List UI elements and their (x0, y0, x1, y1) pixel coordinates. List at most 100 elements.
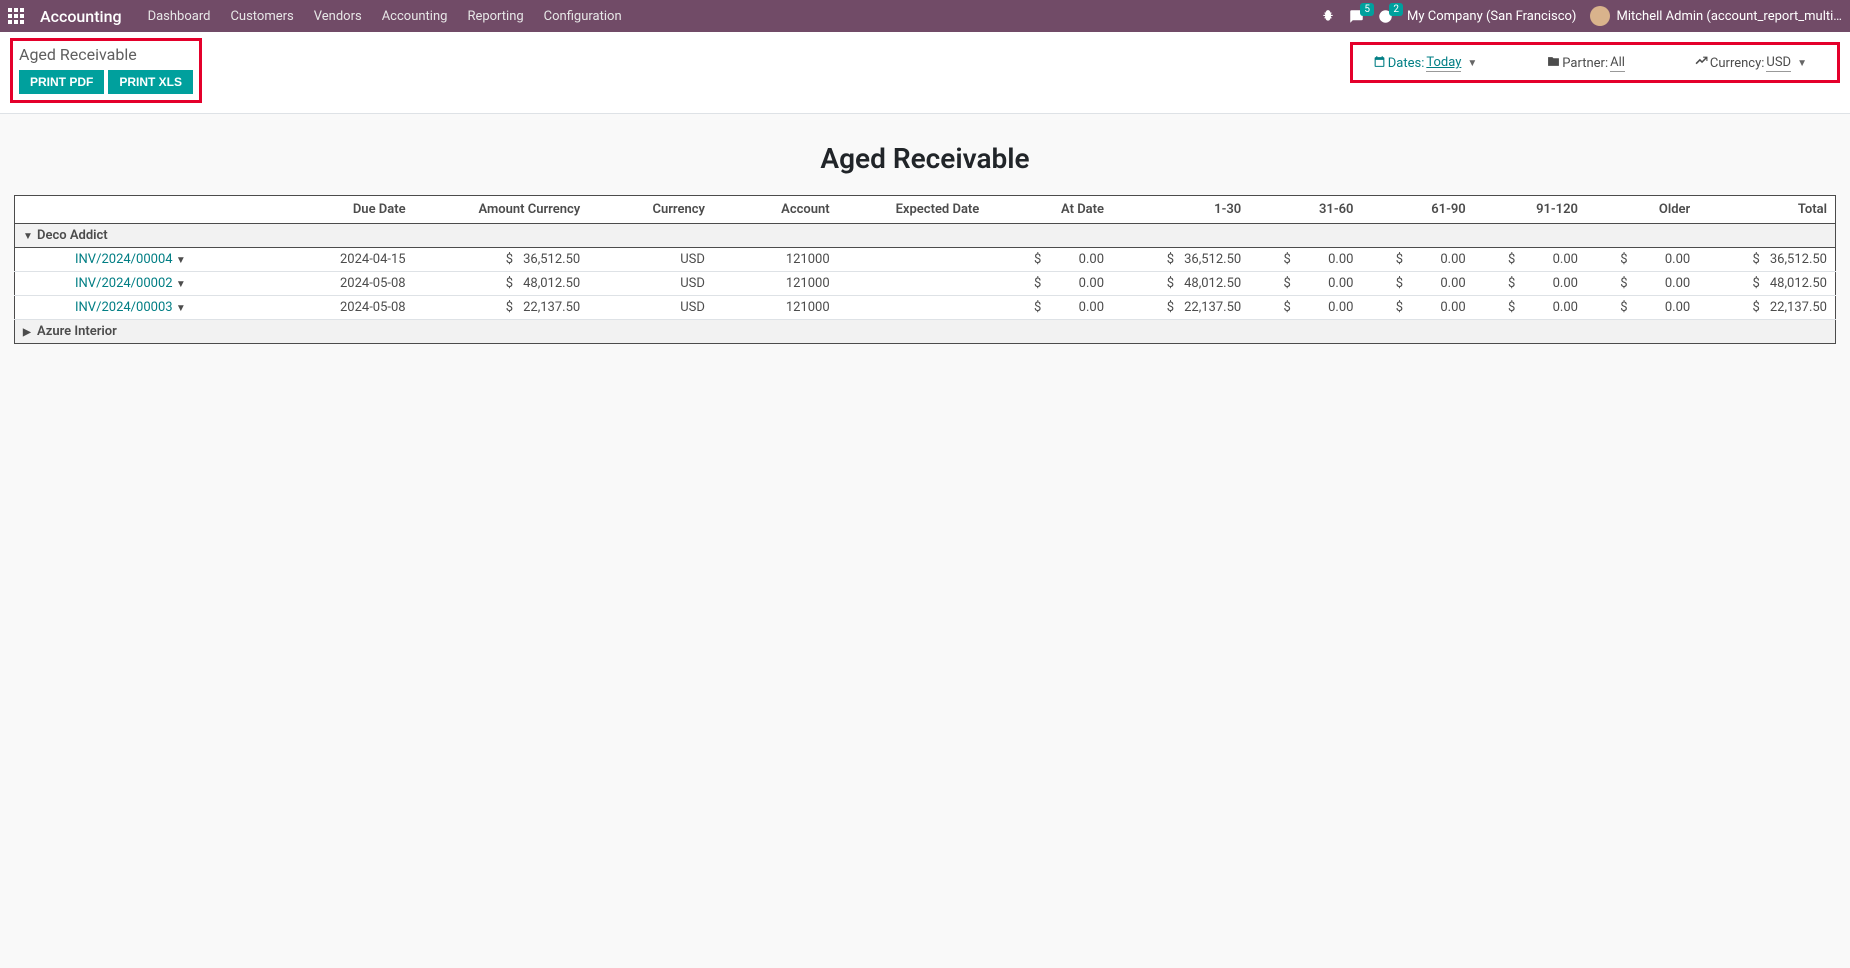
invoice-cell[interactable]: INV/2024/00002 ▼ (15, 272, 289, 296)
nav-reporting[interactable]: Reporting (467, 9, 523, 24)
activity-badge: 2 (1389, 3, 1403, 16)
older-cell: $0.00 (1586, 296, 1698, 320)
nav-vendors[interactable]: Vendors (314, 9, 362, 24)
print-pdf-button[interactable]: PRINT PDF (19, 70, 104, 94)
total-cell: $48,012.50 (1698, 272, 1835, 296)
table-row: INV/2024/00002 ▼2024-05-08$48,012.50USD1… (15, 272, 1836, 296)
avatar-icon (1590, 6, 1610, 26)
account-cell: 121000 (713, 272, 838, 296)
at-date-cell: $0.00 (987, 248, 1112, 272)
r91-120-cell: $0.00 (1474, 272, 1586, 296)
col-91-120: 91-120 (1474, 196, 1586, 224)
r91-120-cell: $0.00 (1474, 296, 1586, 320)
r61-90-cell: $0.00 (1361, 296, 1473, 320)
col-1-30: 1-30 (1112, 196, 1249, 224)
activity-icon[interactable]: 2 (1378, 9, 1393, 24)
col-blank (15, 196, 289, 224)
chevron-icon: ▶ (23, 327, 33, 338)
currency-cell: USD (588, 272, 713, 296)
cp-filters-highlight: Dates: Today ▼ Partner: All Currency: US… (1350, 42, 1840, 83)
dates-label: Dates: (1388, 56, 1425, 71)
print-xls-button[interactable]: PRINT XLS (108, 70, 193, 94)
user-menu[interactable]: Mitchell Admin (account_report_multi… (1590, 6, 1842, 26)
due-date-cell: 2024-04-15 (289, 248, 414, 272)
currency-label: Currency: (1710, 56, 1765, 71)
col-currency: Currency (588, 196, 713, 224)
r1-30-cell: $48,012.50 (1112, 272, 1249, 296)
r1-30-cell: $22,137.50 (1112, 296, 1249, 320)
caret-down-icon: ▼ (1797, 58, 1807, 69)
user-name: Mitchell Admin (account_report_multi… (1616, 9, 1842, 24)
filter-partner[interactable]: Partner: All (1547, 55, 1625, 72)
table-row: INV/2024/00003 ▼2024-05-08$22,137.50USD1… (15, 296, 1836, 320)
currency-value: USD (1766, 55, 1791, 72)
col-at-date: At Date (987, 196, 1112, 224)
older-cell: $0.00 (1586, 248, 1698, 272)
due-date-cell: 2024-05-08 (289, 272, 414, 296)
caret-down-icon[interactable]: ▼ (176, 279, 186, 290)
folder-icon (1547, 55, 1560, 72)
top-navbar: Accounting Dashboard Customers Vendors A… (0, 0, 1850, 32)
control-panel: Aged Receivable PRINT PDF PRINT XLS Date… (0, 32, 1850, 114)
currency-cell: USD (588, 248, 713, 272)
col-61-90: 61-90 (1361, 196, 1473, 224)
amount-currency-cell: $48,012.50 (414, 272, 589, 296)
r31-60-cell: $0.00 (1249, 272, 1361, 296)
chat-icon[interactable]: 5 (1349, 9, 1364, 24)
due-date-cell: 2024-05-08 (289, 296, 414, 320)
caret-down-icon: ▼ (1467, 58, 1477, 69)
r61-90-cell: $0.00 (1361, 272, 1473, 296)
col-total: Total (1698, 196, 1835, 224)
caret-down-icon[interactable]: ▼ (176, 255, 186, 266)
expected-date-cell (838, 272, 988, 296)
chat-badge: 5 (1360, 3, 1374, 16)
calendar-icon (1373, 55, 1386, 72)
expected-date-cell (838, 296, 988, 320)
group-row[interactable]: ▶Azure Interior (15, 320, 1836, 344)
app-brand[interactable]: Accounting (40, 7, 122, 26)
report-title: Aged Receivable (10, 142, 1840, 175)
aged-receivable-table: Due Date Amount Currency Currency Accoun… (14, 195, 1836, 344)
expected-date-cell (838, 248, 988, 272)
company-switcher[interactable]: My Company (San Francisco) (1407, 9, 1576, 24)
nav-customers[interactable]: Customers (230, 9, 293, 24)
nav-configuration[interactable]: Configuration (544, 9, 622, 24)
amount-currency-cell: $22,137.50 (414, 296, 589, 320)
total-cell: $36,512.50 (1698, 248, 1835, 272)
partner-value: All (1610, 55, 1625, 72)
bug-icon[interactable] (1321, 9, 1335, 23)
table-header-row: Due Date Amount Currency Currency Accoun… (15, 196, 1836, 224)
filter-currency[interactable]: Currency: USD ▼ (1695, 55, 1807, 72)
filter-dates[interactable]: Dates: Today ▼ (1373, 55, 1478, 72)
col-amount-currency: Amount Currency (414, 196, 589, 224)
table-row: INV/2024/00004 ▼2024-04-15$36,512.50USD1… (15, 248, 1836, 272)
col-31-60: 31-60 (1249, 196, 1361, 224)
report-area: Aged Receivable Due Date Amount Currency… (0, 114, 1850, 364)
at-date-cell: $0.00 (987, 296, 1112, 320)
older-cell: $0.00 (1586, 272, 1698, 296)
account-cell: 121000 (713, 248, 838, 272)
at-date-cell: $0.00 (987, 272, 1112, 296)
cp-left-highlight: Aged Receivable PRINT PDF PRINT XLS (10, 38, 202, 103)
amount-currency-cell: $36,512.50 (414, 248, 589, 272)
account-cell: 121000 (713, 296, 838, 320)
caret-down-icon[interactable]: ▼ (176, 303, 186, 314)
chevron-icon: ▼ (23, 231, 33, 242)
col-expected-date: Expected Date (838, 196, 988, 224)
r61-90-cell: $0.00 (1361, 248, 1473, 272)
currency-cell: USD (588, 296, 713, 320)
partner-label: Partner: (1562, 56, 1608, 71)
col-account: Account (713, 196, 838, 224)
invoice-cell[interactable]: INV/2024/00004 ▼ (15, 248, 289, 272)
group-row[interactable]: ▼Deco Addict (15, 224, 1836, 248)
nav-dashboard[interactable]: Dashboard (148, 9, 211, 24)
total-cell: $22,137.50 (1698, 296, 1835, 320)
apps-icon[interactable] (8, 8, 24, 24)
invoice-cell[interactable]: INV/2024/00003 ▼ (15, 296, 289, 320)
r91-120-cell: $0.00 (1474, 248, 1586, 272)
nav-menu: Dashboard Customers Vendors Accounting R… (148, 9, 622, 24)
breadcrumb: Aged Receivable (19, 45, 193, 64)
nav-accounting[interactable]: Accounting (382, 9, 448, 24)
col-older: Older (1586, 196, 1698, 224)
r31-60-cell: $0.00 (1249, 296, 1361, 320)
